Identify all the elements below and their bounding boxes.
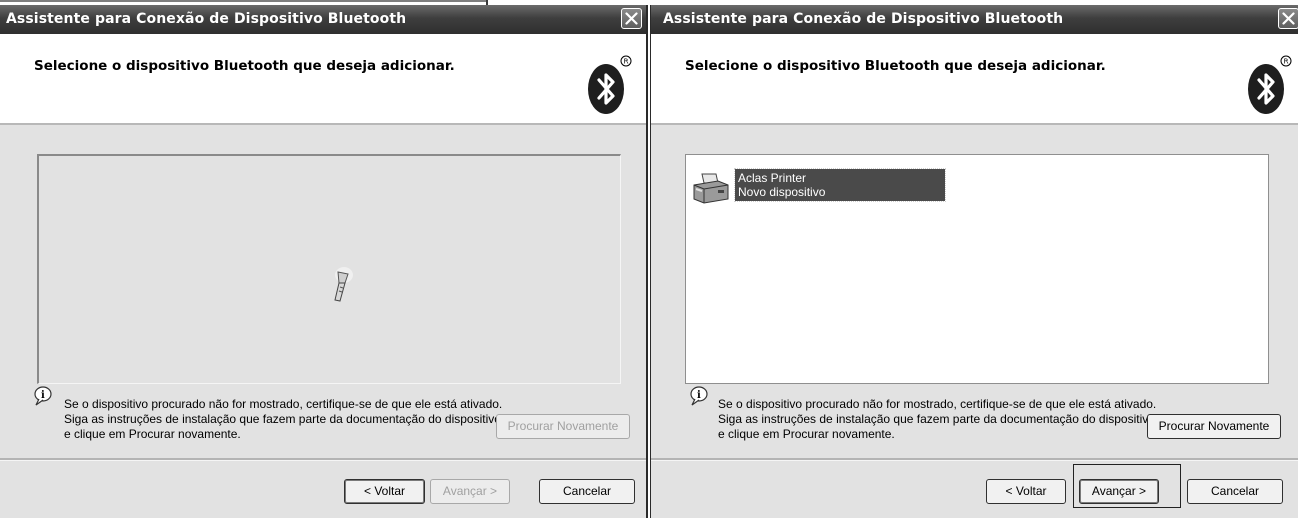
wizard-header: Selecione o dispositivo Bluetooth que de… bbox=[651, 34, 1298, 123]
searching-flashlight-icon bbox=[334, 267, 353, 302]
page-title: Selecione o dispositivo Bluetooth que de… bbox=[685, 58, 1106, 74]
cancel-button[interactable]: Cancelar bbox=[1187, 479, 1283, 504]
background-window-edge bbox=[0, 0, 488, 2]
header-divider bbox=[651, 123, 1298, 125]
info-icon: i bbox=[34, 386, 52, 406]
info-text: Se o dispositivo procurado não for mostr… bbox=[718, 397, 1157, 441]
next-button[interactable]: Avançar > bbox=[1079, 479, 1159, 504]
info-icon: i bbox=[690, 386, 708, 406]
window-title: Assistente para Conexão de Dispositivo B… bbox=[6, 11, 407, 27]
device-list[interactable] bbox=[37, 154, 621, 384]
printer-icon bbox=[693, 173, 729, 204]
footer-divider bbox=[651, 458, 1298, 461]
svg-text:i: i bbox=[41, 390, 45, 401]
wizard-header: Selecione o dispositivo Bluetooth que de… bbox=[0, 34, 646, 123]
close-icon bbox=[1282, 12, 1295, 25]
device-status: Novo dispositivo bbox=[738, 185, 826, 199]
footer-divider bbox=[0, 458, 646, 461]
info-text: Se o dispositivo procurado não for mostr… bbox=[64, 397, 503, 441]
close-button[interactable] bbox=[621, 8, 642, 29]
page-title: Selecione o dispositivo Bluetooth que de… bbox=[34, 58, 455, 74]
svg-text:i: i bbox=[697, 390, 701, 401]
svg-text:R: R bbox=[624, 58, 629, 66]
device-item-aclas-printer[interactable]: Aclas Printer Novo dispositivo bbox=[692, 168, 952, 209]
search-again-button[interactable]: Procurar Novamente bbox=[496, 414, 630, 439]
title-bar[interactable]: Assistente para Conexão de Dispositivo B… bbox=[651, 5, 1298, 34]
svg-text:R: R bbox=[1284, 58, 1289, 66]
window-title: Assistente para Conexão de Dispositivo B… bbox=[663, 11, 1064, 27]
title-bar[interactable]: Assistente para Conexão de Dispositivo B… bbox=[0, 5, 646, 34]
close-icon bbox=[625, 12, 638, 25]
bluetooth-logo-icon: R bbox=[1248, 55, 1292, 114]
bluetooth-wizard-dialog-searching: Assistente para Conexão de Dispositivo B… bbox=[0, 5, 648, 518]
back-button[interactable]: < Voltar bbox=[344, 479, 425, 504]
back-button[interactable]: < Voltar bbox=[986, 479, 1066, 504]
device-name: Aclas Printer bbox=[738, 171, 807, 185]
cancel-button[interactable]: Cancelar bbox=[539, 479, 635, 504]
device-label: Aclas Printer Novo dispositivo bbox=[734, 168, 946, 202]
next-button[interactable]: Avançar > bbox=[430, 479, 510, 504]
bluetooth-wizard-dialog-found: Assistente para Conexão de Dispositivo B… bbox=[650, 5, 1298, 518]
close-button[interactable] bbox=[1278, 8, 1298, 29]
header-divider bbox=[0, 123, 646, 125]
search-again-button[interactable]: Procurar Novamente bbox=[1147, 414, 1281, 439]
bluetooth-logo-icon: R bbox=[588, 55, 632, 114]
device-list[interactable]: Aclas Printer Novo dispositivo bbox=[685, 154, 1269, 384]
